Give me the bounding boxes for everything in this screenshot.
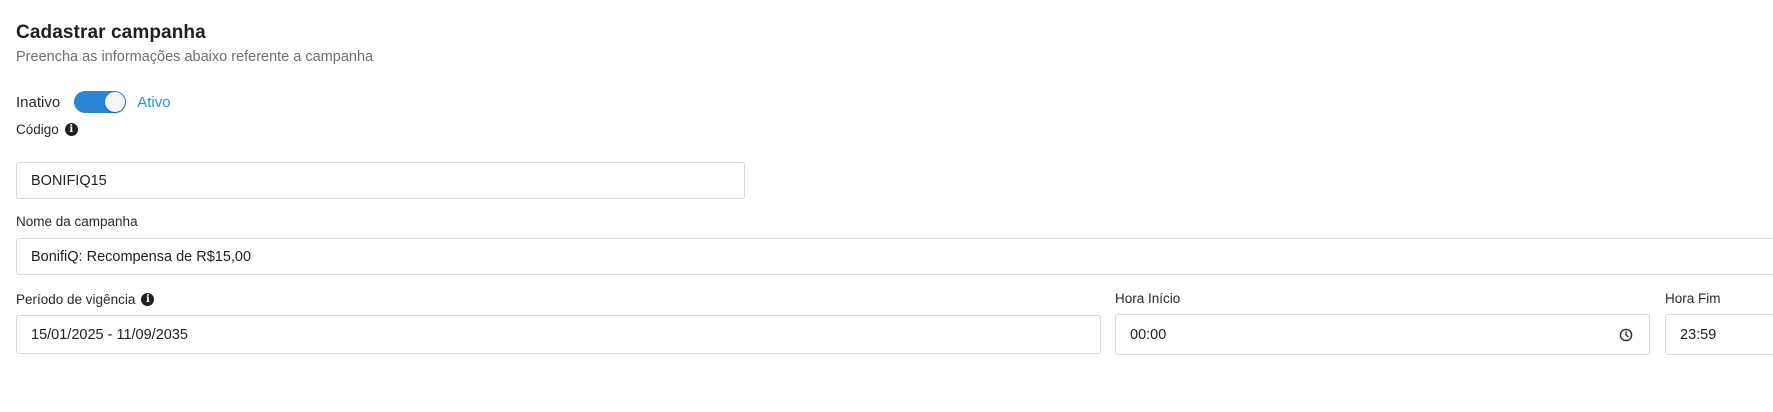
end-time-value: 23:59 bbox=[1680, 326, 1717, 343]
info-icon[interactable]: i bbox=[141, 293, 155, 306]
start-time-label-group: Hora Início bbox=[1115, 291, 1180, 306]
end-time-input[interactable]: 23:59 bbox=[1665, 314, 1773, 355]
status-toggle-row: Inativo Ativo bbox=[16, 90, 171, 114]
clock-icon[interactable] bbox=[1619, 328, 1633, 342]
validity-period-label-group: Período de vigência i bbox=[16, 292, 155, 307]
validity-period-label: Período de vigência bbox=[16, 292, 136, 307]
page-subtitle: Preencha as informações abaixo referente… bbox=[16, 49, 374, 65]
end-time-label: Hora Fim bbox=[1665, 291, 1721, 306]
code-label: Código bbox=[16, 122, 59, 137]
info-icon[interactable]: i bbox=[64, 123, 78, 136]
end-time-label-group: Hora Fim bbox=[1665, 291, 1721, 306]
validity-period-input[interactable] bbox=[16, 315, 1101, 354]
start-time-value: 00:00 bbox=[1130, 326, 1167, 343]
status-active-label: Ativo bbox=[137, 93, 171, 111]
code-label-group: Código i bbox=[16, 122, 78, 137]
campaign-form-page: Cadastrar campanha Preencha as informaçõ… bbox=[0, 0, 1773, 412]
status-toggle[interactable] bbox=[74, 91, 127, 113]
code-input[interactable] bbox=[16, 162, 745, 199]
campaign-name-label-group: Nome da campanha bbox=[16, 214, 138, 229]
status-inactive-label: Inativo bbox=[16, 93, 61, 111]
campaign-name-input[interactable] bbox=[16, 238, 1773, 275]
campaign-name-label: Nome da campanha bbox=[16, 214, 138, 229]
start-time-input[interactable]: 00:00 bbox=[1115, 314, 1650, 355]
toggle-knob bbox=[105, 92, 126, 112]
page-title: Cadastrar campanha bbox=[16, 22, 206, 43]
start-time-label: Hora Início bbox=[1115, 291, 1181, 306]
